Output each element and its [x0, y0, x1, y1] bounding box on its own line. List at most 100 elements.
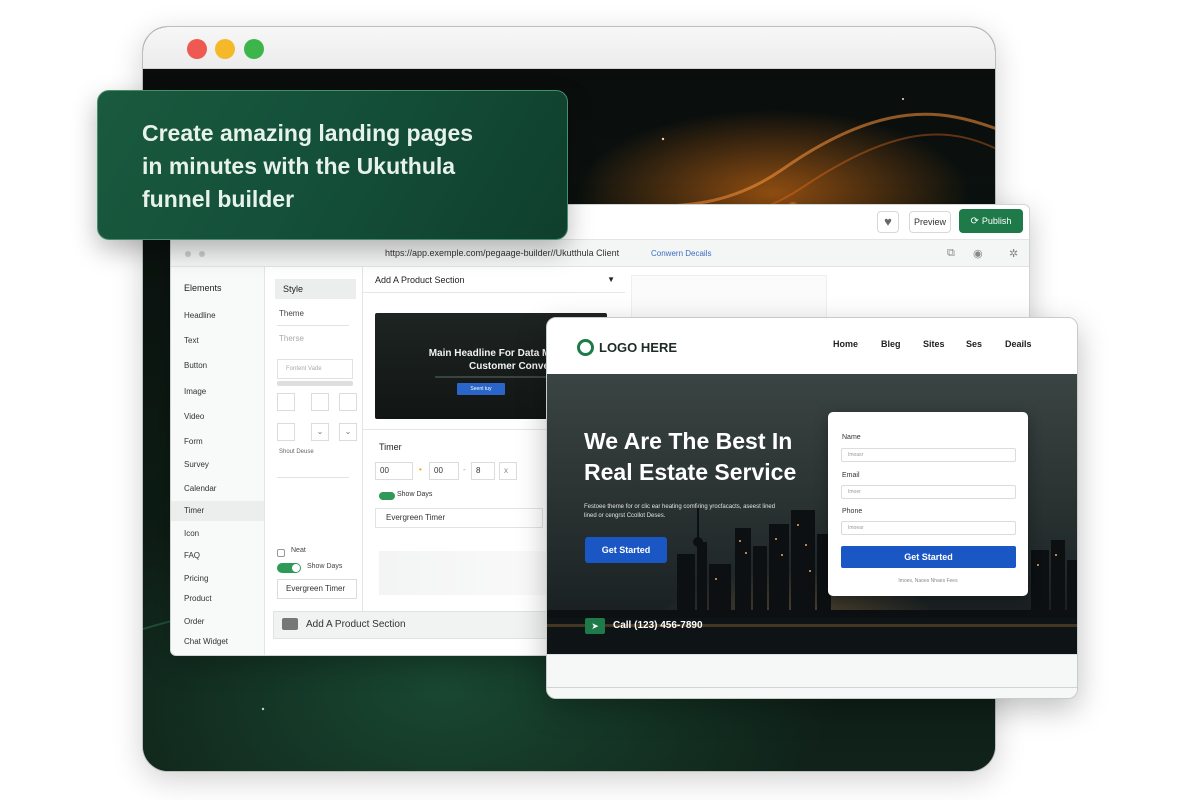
nav-link-blog[interactable]: Bleg: [881, 339, 901, 349]
landing-page-preview: LOGO HERE Home Bleg Sites Ses Deails We …: [546, 317, 1078, 699]
element-order[interactable]: Order: [184, 617, 204, 626]
element-image[interactable]: Image: [184, 387, 206, 396]
email-input[interactable]: Imoer: [841, 485, 1016, 499]
element-chat-widget[interactable]: Chat Widget: [184, 637, 228, 646]
align-left-option[interactable]: [277, 393, 295, 411]
neat-checkbox[interactable]: [277, 549, 285, 557]
section-header[interactable]: Add A Product Section ▼: [363, 267, 625, 293]
hero-callout-card: Create amazing landing pages in minutes …: [97, 90, 568, 240]
timer-settings: Timer 00 • 00 - 8 x Show Days Evergreen …: [363, 429, 553, 547]
align-right-option[interactable]: [339, 393, 357, 411]
show-days-label: Show Days: [307, 563, 343, 570]
minimize-window-button[interactable]: [215, 39, 235, 59]
phone-icon: ➤: [585, 618, 605, 634]
element-form[interactable]: Form: [184, 437, 203, 446]
timer-show-days-toggle[interactable]: [379, 492, 395, 500]
element-headline[interactable]: Headline: [184, 311, 216, 320]
element-survey[interactable]: Survey: [184, 460, 209, 469]
section-icon: [282, 618, 298, 630]
elements-title: Elements: [184, 283, 222, 293]
evergreen-select[interactable]: Evergreen Timer: [277, 579, 357, 599]
element-calendar[interactable]: Calendar: [184, 484, 216, 493]
hero-headline: We Are The Best In Real Estate Service: [584, 426, 844, 488]
thumbnail-button: Seent tuy: [457, 383, 505, 395]
address-bar-dot: [199, 251, 205, 257]
preview-button[interactable]: Preview: [909, 211, 951, 233]
phone-input[interactable]: Imoear: [841, 521, 1016, 535]
nav-link-ses[interactable]: Ses: [966, 339, 982, 349]
form-get-started-button[interactable]: Get Started: [841, 546, 1016, 568]
align-center-option[interactable]: [311, 393, 329, 411]
section-title: Add A Product Section: [375, 275, 465, 285]
hero-callout-line-1: Create amazing landing pages: [142, 120, 474, 146]
favorite-button[interactable]: ♥: [877, 211, 899, 233]
hero-headline-line-2: Real Estate Service: [584, 459, 797, 485]
element-button[interactable]: Button: [184, 361, 207, 370]
hero-get-started-button[interactable]: Get Started: [585, 537, 667, 563]
hero-subtext: Festoee theme for or clic ear heating co…: [584, 504, 776, 519]
timer-evergreen-select[interactable]: Evergreen Timer: [375, 508, 543, 528]
close-window-button[interactable]: [187, 39, 207, 59]
element-pricing[interactable]: Pricing: [184, 574, 208, 583]
publish-icon: ⟳: [970, 216, 979, 227]
timer-separator: •: [419, 465, 422, 474]
eye-icon[interactable]: ◉: [973, 247, 983, 260]
theme-secondary-label: Therse: [279, 334, 304, 343]
nav-link-home[interactable]: Home: [833, 339, 858, 349]
form-footnote: Imoes, Naoes Nhaes Fees: [898, 578, 958, 584]
faded-placeholder-row: [379, 551, 553, 595]
element-faq[interactable]: FAQ: [184, 551, 200, 560]
publish-label: Publish: [981, 216, 1012, 226]
email-label: Email: [842, 472, 860, 479]
hero-headline-line-1: We Are The Best In: [584, 428, 793, 454]
landing-footer-strip: [547, 654, 1077, 698]
timer-minutes-field[interactable]: 00: [429, 462, 459, 480]
chevron-down-icon[interactable]: ⌄: [339, 423, 357, 441]
address-bar-dot: [185, 251, 191, 257]
hero-callout-line-3: funnel builder: [142, 186, 295, 212]
element-icon[interactable]: Icon: [184, 529, 199, 538]
window-title-bar: [143, 27, 995, 69]
nav-link-sites[interactable]: Sites: [923, 339, 945, 349]
add-product-section-bar[interactable]: Add A Product Section: [273, 611, 563, 639]
divider: [277, 477, 349, 478]
phone-label: Phone: [842, 508, 863, 515]
maximize-window-button[interactable]: [244, 39, 264, 59]
chevron-down-icon[interactable]: ⌄: [311, 423, 329, 441]
heart-icon: ♥: [884, 214, 892, 229]
url-text[interactable]: https://app.exemple.com/pegaage-builder/…: [385, 248, 619, 258]
size-slider[interactable]: [277, 381, 353, 386]
url-details-link[interactable]: Conwern Decails: [651, 249, 711, 258]
spacing-option[interactable]: [277, 423, 295, 441]
timer-title: Timer: [379, 442, 402, 452]
timer-seconds-field[interactable]: 8: [471, 462, 495, 480]
hero-callout-text: Create amazing landing pages in minutes …: [142, 117, 542, 216]
nav-link-deails[interactable]: Deails: [1005, 339, 1032, 349]
element-timer[interactable]: Timer: [171, 501, 264, 521]
elements-panel: Elements Headline Text Button Image Vide…: [171, 267, 265, 655]
style-tab[interactable]: Style: [275, 279, 356, 299]
show-days-toggle[interactable]: [277, 563, 301, 573]
name-input[interactable]: Imoasr: [841, 448, 1016, 462]
landing-hero: We Are The Best In Real Estate Service F…: [547, 374, 1077, 654]
publish-button[interactable]: ⟳ Publish: [959, 209, 1023, 233]
element-text[interactable]: Text: [184, 336, 199, 345]
dropdown-caret-icon[interactable]: ▼: [607, 267, 615, 293]
font-select[interactable]: Fontent Vade: [277, 359, 353, 379]
settings-icon[interactable]: ✲: [1009, 247, 1018, 260]
theme-label: Theme: [279, 309, 304, 318]
timer-hours-field[interactable]: 00: [375, 462, 413, 480]
call-number: Call (123) 456-7890: [613, 620, 703, 631]
divider: [277, 325, 349, 326]
element-product[interactable]: Product: [184, 594, 212, 603]
style-panel: Style Theme Therse Fontent Vade ⌄ ⌄ Shou…: [265, 267, 363, 613]
logo-icon: [577, 339, 594, 356]
shout-label: Shout Deuse: [279, 449, 314, 455]
lead-form-card: Name Imoasr Email Imoer Phone Imoear Get…: [828, 412, 1028, 596]
logo-text[interactable]: LOGO HERE: [599, 340, 677, 355]
element-video[interactable]: Video: [184, 412, 204, 421]
neat-label: Neat: [291, 547, 306, 554]
copy-icon[interactable]: ⧉: [947, 247, 955, 260]
timer-clear-icon[interactable]: x: [499, 462, 517, 480]
address-bar: https://app.exemple.com/pegaage-builder/…: [171, 239, 1029, 267]
